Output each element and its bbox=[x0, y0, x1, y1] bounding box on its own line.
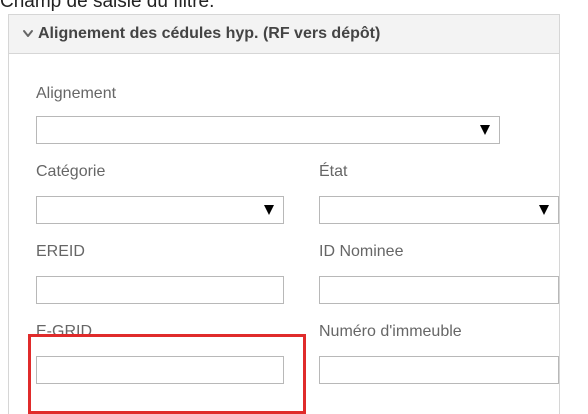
ereid-label: EREID bbox=[36, 243, 85, 260]
ereid-input[interactable] bbox=[36, 276, 284, 304]
etat-select[interactable] bbox=[319, 196, 559, 224]
alignement-select[interactable] bbox=[36, 116, 500, 144]
egrid-label: E-GRID bbox=[36, 323, 92, 340]
page-caption: Champ de saisie du filtre. bbox=[0, 0, 215, 12]
filter-panel: Alignement des cédules hyp. (RF vers dép… bbox=[8, 14, 560, 414]
dropdown-arrow-icon bbox=[480, 125, 490, 135]
numero-immeuble-input[interactable] bbox=[319, 356, 559, 384]
alignement-label: Alignement bbox=[36, 85, 117, 102]
dropdown-arrow-icon bbox=[264, 205, 274, 215]
panel-title: Alignement des cédules hyp. (RF vers dép… bbox=[38, 25, 381, 42]
etat-label: État bbox=[319, 163, 348, 180]
egrid-input[interactable] bbox=[36, 356, 284, 384]
numero-immeuble-label: Numéro d'immeuble bbox=[319, 323, 462, 340]
id-nominee-input[interactable] bbox=[319, 276, 559, 304]
panel-header[interactable]: Alignement des cédules hyp. (RF vers dép… bbox=[9, 15, 559, 54]
categorie-select[interactable] bbox=[36, 196, 284, 224]
dropdown-arrow-icon bbox=[539, 205, 549, 215]
categorie-label: Catégorie bbox=[36, 163, 106, 180]
chevron-down-icon bbox=[20, 29, 36, 39]
id-nominee-label: ID Nominee bbox=[319, 243, 404, 260]
